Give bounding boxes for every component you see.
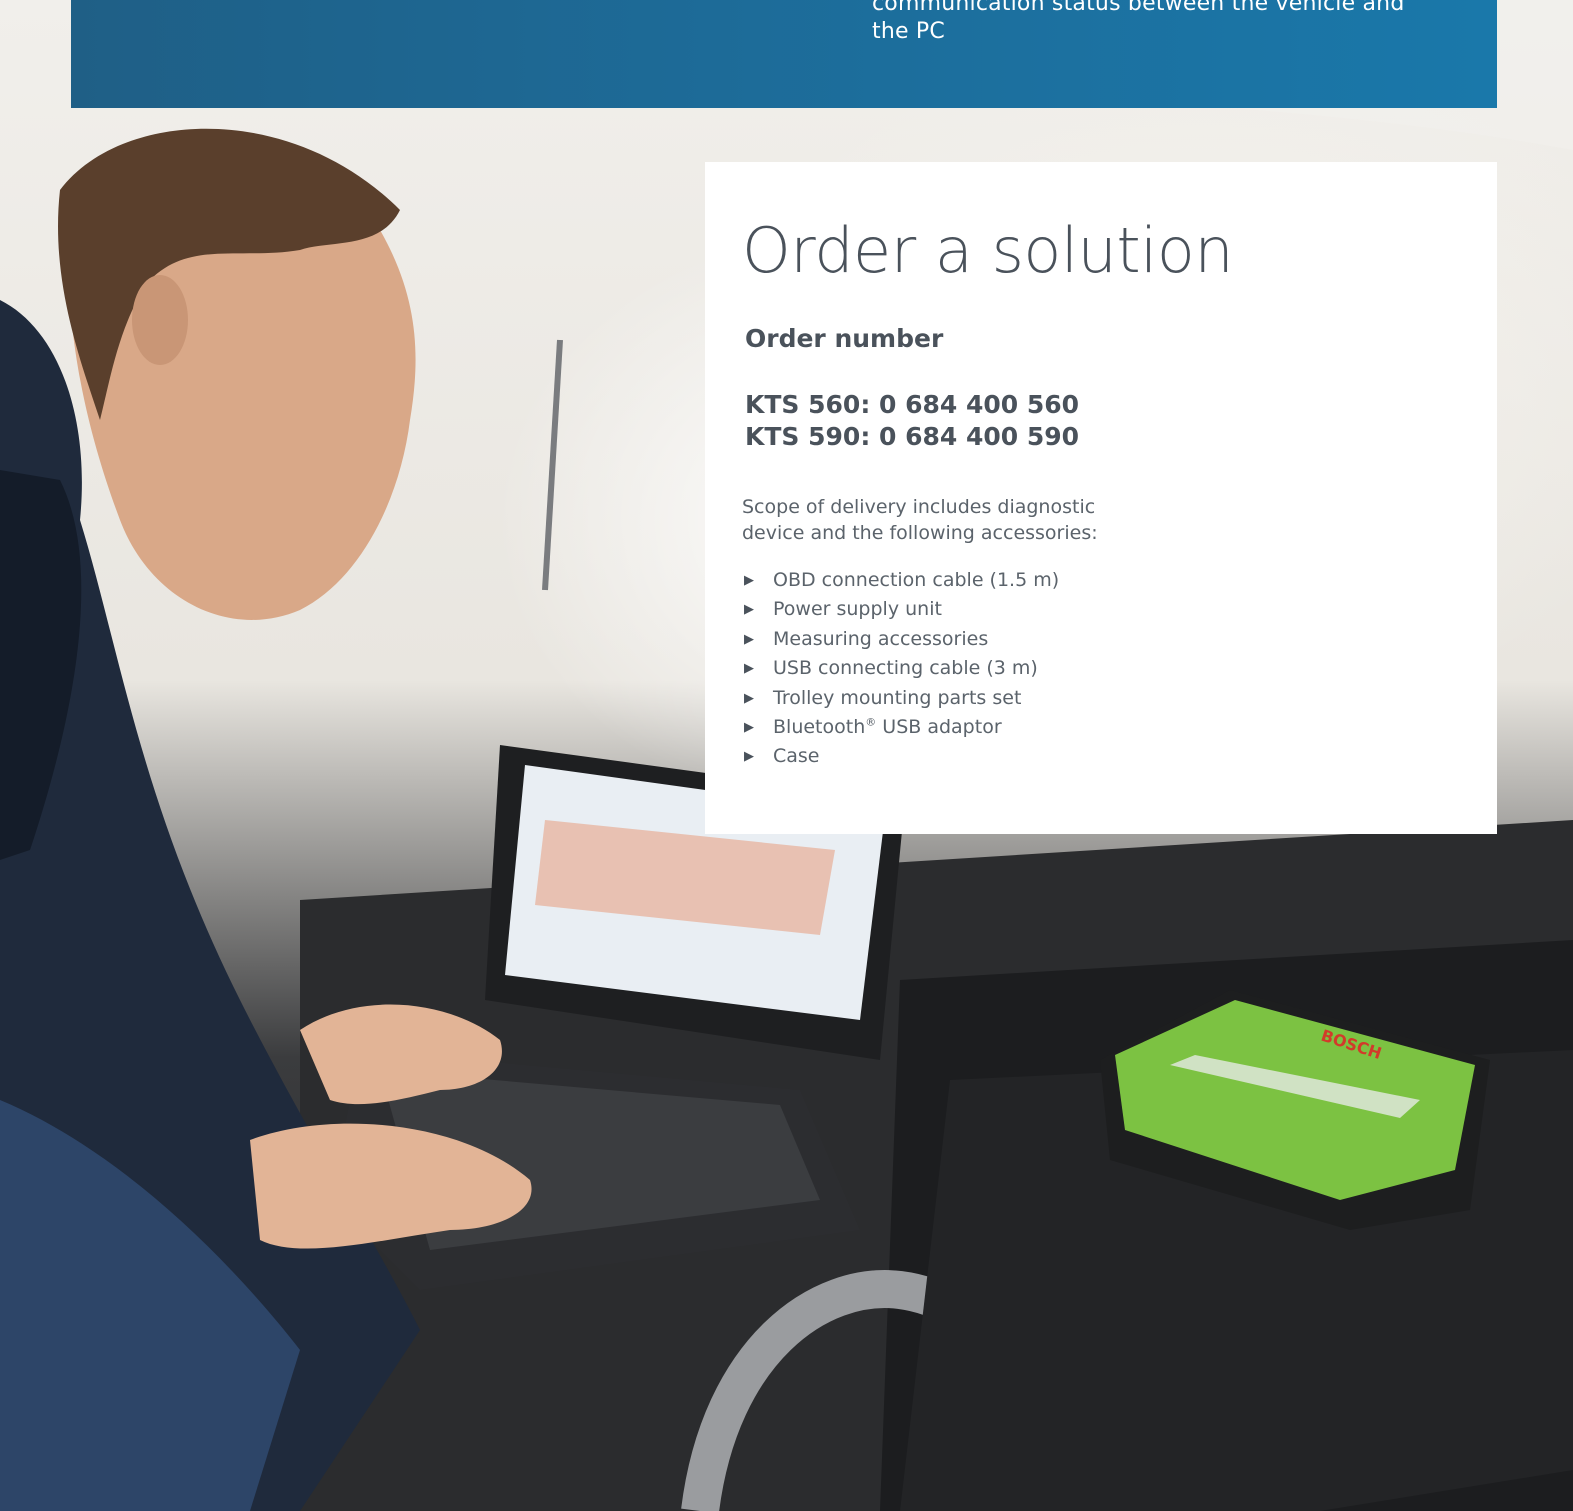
bullet-triangle-icon: ▶ (744, 631, 754, 647)
bullet-triangle-icon: ▶ (744, 719, 754, 735)
card-title: Order a solution (742, 214, 1234, 287)
list-item-text: Power supply unit (773, 598, 942, 621)
header-line: communication status between the vehicle… (872, 0, 1405, 16)
list-item: ▶ Trolley mounting parts set (742, 684, 1059, 713)
bullet-triangle-icon: ▶ (744, 573, 754, 588)
scope-of-delivery: Scope of delivery includes diagnostic de… (742, 494, 1162, 546)
order-number-kts560: KTS 560: 0 684 400 560 (745, 390, 1080, 419)
accessories-list: ▶ OBD connection cable (1.5 m) ▶ Power s… (742, 566, 1059, 772)
list-item-text: Case (773, 745, 820, 768)
list-item: ▶ Case (742, 742, 1059, 771)
list-item: ▶ Measuring accessories (742, 625, 1059, 654)
registered-mark: ® (865, 715, 877, 729)
list-item-text: USB connecting cable (3 m) (773, 657, 1038, 680)
list-item: ▶ OBD connection cable (1.5 m) (742, 566, 1059, 595)
order-number-label: Order number (745, 324, 944, 353)
list-item-text-suffix: USB adaptor (876, 715, 1002, 738)
bullet-triangle-icon: ▶ (744, 602, 754, 618)
order-card: Order a solution Order number KTS 560: 0… (705, 162, 1497, 834)
bullet-triangle-icon: ▶ (744, 661, 754, 677)
list-item-text: Trolley mounting parts set (773, 686, 1022, 709)
hood-strut (542, 339, 563, 591)
order-numbers: KTS 560: 0 684 400 560 KTS 590: 0 684 40… (745, 389, 1079, 453)
list-item: ▶ Power supply unit (742, 595, 1059, 624)
scope-line: device and the following accessories: (742, 522, 1098, 544)
list-item-text: OBD connection cable (1.5 m) (773, 569, 1060, 591)
header-band-text: communication status between the vehicle… (872, 0, 1472, 46)
order-number-kts590: KTS 590: 0 684 400 590 (745, 422, 1080, 451)
bullet-triangle-icon: ▶ (744, 749, 754, 765)
scope-line: Scope of delivery includes diagnostic (742, 496, 1096, 518)
bullet-triangle-icon: ▶ (744, 690, 754, 706)
list-item: ▶ USB connecting cable (3 m) (742, 654, 1059, 683)
list-item-text: Measuring accessories (773, 627, 989, 650)
list-item-text: Bluetooth (773, 715, 866, 738)
header-line: the PC (872, 19, 945, 44)
list-item: ▶ Bluetooth® USB adaptor (742, 713, 1059, 742)
